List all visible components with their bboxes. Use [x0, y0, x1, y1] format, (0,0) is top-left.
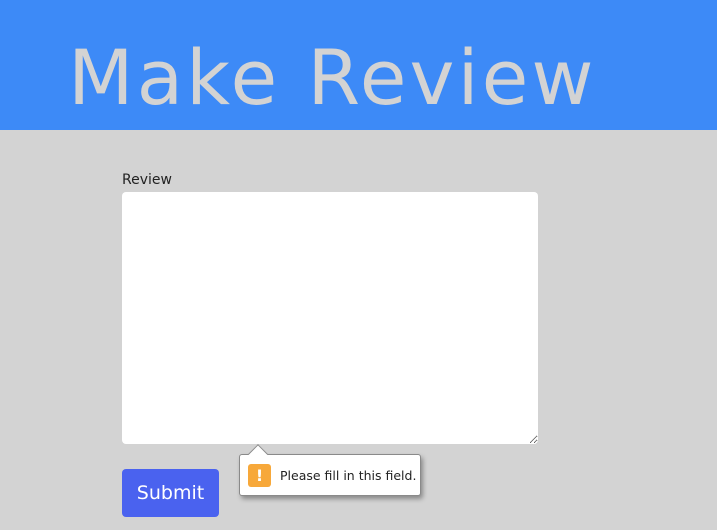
submit-button[interactable]: Submit — [122, 469, 219, 517]
page-header: Make Review — [0, 0, 717, 130]
tooltip-arrow — [248, 444, 268, 464]
validation-message: Please fill in this field. — [280, 467, 417, 483]
page-title: Make Review — [68, 33, 597, 122]
exclamation-icon: ! — [248, 463, 271, 487]
review-label: Review — [122, 172, 172, 188]
review-textarea[interactable] — [122, 192, 538, 444]
validation-tooltip: ! Please fill in this field. — [239, 444, 421, 496]
